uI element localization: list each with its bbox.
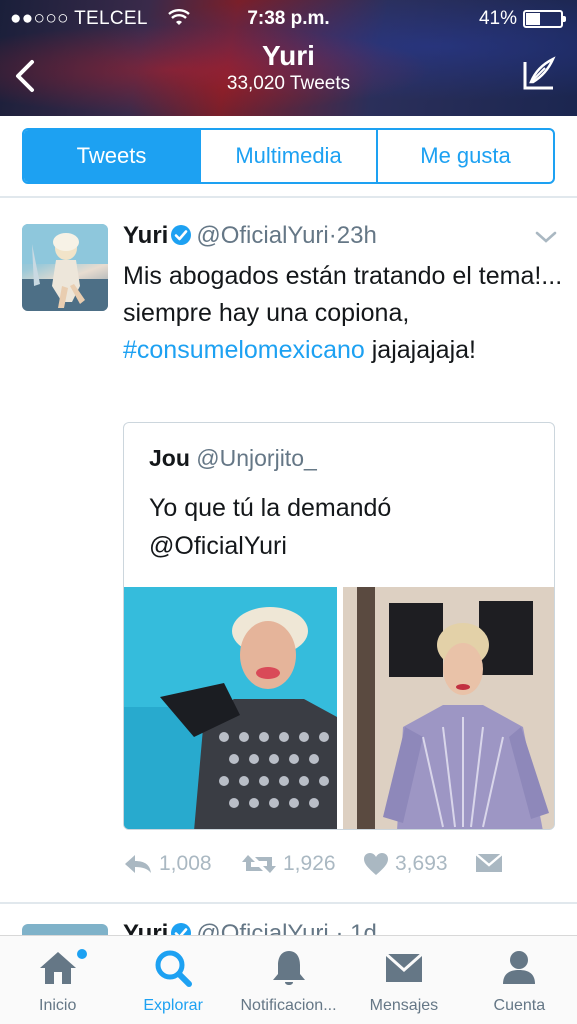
- reply-icon: [125, 855, 151, 873]
- quoted-tweet-header: Jou @Unjorjito_: [149, 445, 317, 472]
- envelope-icon: [475, 853, 503, 872]
- tweet-time: 23h: [336, 222, 377, 249]
- tab-label: Mensajes: [369, 997, 439, 1014]
- tweet-text-part: Mis abogados están tratando el tema!... …: [123, 262, 563, 327]
- quoted-image-right[interactable]: [343, 587, 554, 829]
- tab-label: Explorar: [143, 997, 203, 1014]
- profile-header: ●●○○○ TELCEL 7:38 p.m. 41% Yuri 33,020 T…: [0, 0, 577, 116]
- quoted-author-handle: @Unjorjito_: [196, 445, 317, 471]
- hashtag-link[interactable]: #consumelomexicano: [123, 336, 365, 364]
- like-count: 3,693: [395, 852, 448, 875]
- header-title-block: Yuri 33,020 Tweets: [0, 40, 577, 95]
- heart-icon: [364, 853, 388, 875]
- tab-label: Notificacion...: [240, 997, 337, 1014]
- tweet-text-part: jajajajaja!: [364, 336, 476, 364]
- tab-tweets[interactable]: Tweets: [24, 130, 201, 182]
- tweet-header: Yuri @OficialYuri · 1d: [123, 920, 377, 936]
- compose-tweet-button[interactable]: [519, 54, 559, 94]
- tweet-text: Mis abogados están tratando el tema!... …: [123, 258, 563, 369]
- separator-dot: ·: [328, 222, 337, 249]
- tab-notifications[interactable]: Notificacion...: [231, 936, 346, 1024]
- reply-button[interactable]: 1,008: [123, 852, 212, 876]
- tab-label: Inicio: [39, 997, 77, 1014]
- envelope-icon: [384, 952, 423, 982]
- verified-badge-icon: [171, 225, 192, 245]
- tab-messages[interactable]: Mensajes: [346, 936, 461, 1024]
- tab-explore[interactable]: Explorar: [115, 936, 230, 1024]
- quoted-tweet-text: Yo que tú la demandó @OficialYuri: [149, 494, 392, 560]
- direct-message-button[interactable]: [475, 852, 509, 874]
- tweet-time: · 1d: [335, 920, 377, 936]
- reply-count: 1,008: [159, 852, 212, 875]
- tab-account[interactable]: Cuenta: [462, 936, 577, 1024]
- notification-dot: [77, 949, 87, 959]
- tweet-actions: 1,008 1,926 3,693: [123, 852, 563, 888]
- page-title: Yuri: [262, 40, 315, 71]
- battery-icon: [523, 10, 566, 28]
- verified-badge-icon: [171, 923, 192, 936]
- divider: [0, 196, 577, 198]
- next-tweet-preview[interactable]: Yuri @OficialYuri · 1d: [0, 904, 577, 936]
- tab-label: Cuenta: [493, 997, 546, 1014]
- tweet-count: 33,020 Tweets: [226, 73, 351, 94]
- bell-icon: [272, 951, 305, 985]
- person-icon: [503, 951, 536, 984]
- retweet-icon: [242, 855, 276, 873]
- bottom-tab-bar: Inicio Explorar Notificacion... Mensajes…: [0, 935, 577, 1024]
- tab-multimedia[interactable]: Multimedia: [201, 130, 378, 182]
- tab-likes[interactable]: Me gusta: [378, 130, 553, 182]
- performer-photo-right: [343, 587, 554, 829]
- home-icon: [39, 952, 76, 984]
- tab-home[interactable]: Inicio: [0, 936, 115, 1024]
- avatar-photo: [22, 224, 108, 311]
- tweet-header: Yuri @OficialYuri·23h: [123, 222, 377, 250]
- author-name[interactable]: Yuri: [123, 222, 168, 249]
- retweet-button[interactable]: 1,926: [241, 852, 336, 876]
- performer-photo-left: [124, 587, 337, 829]
- quoted-image-left[interactable]: [124, 587, 337, 829]
- quoted-tweet-card[interactable]: Jou @Unjorjito_ Yo que tú la demandó @Of…: [123, 422, 555, 830]
- search-icon: [155, 950, 193, 987]
- profile-tabs: Tweets Multimedia Me gusta: [22, 128, 555, 184]
- status-bar: ●●○○○ TELCEL 7:38 p.m. 41%: [0, 0, 577, 36]
- author-name: Yuri: [123, 920, 169, 936]
- chevron-down-icon[interactable]: [534, 229, 558, 245]
- avatar[interactable]: [22, 224, 108, 311]
- quoted-author-name: Jou: [149, 445, 190, 471]
- author-handle[interactable]: @OficialYuri: [196, 222, 328, 249]
- battery-percentage: 41%: [478, 8, 517, 29]
- retweet-count: 1,926: [283, 852, 336, 875]
- author-handle: @OficialYuri: [196, 920, 329, 936]
- like-button[interactable]: 3,693: [363, 852, 448, 876]
